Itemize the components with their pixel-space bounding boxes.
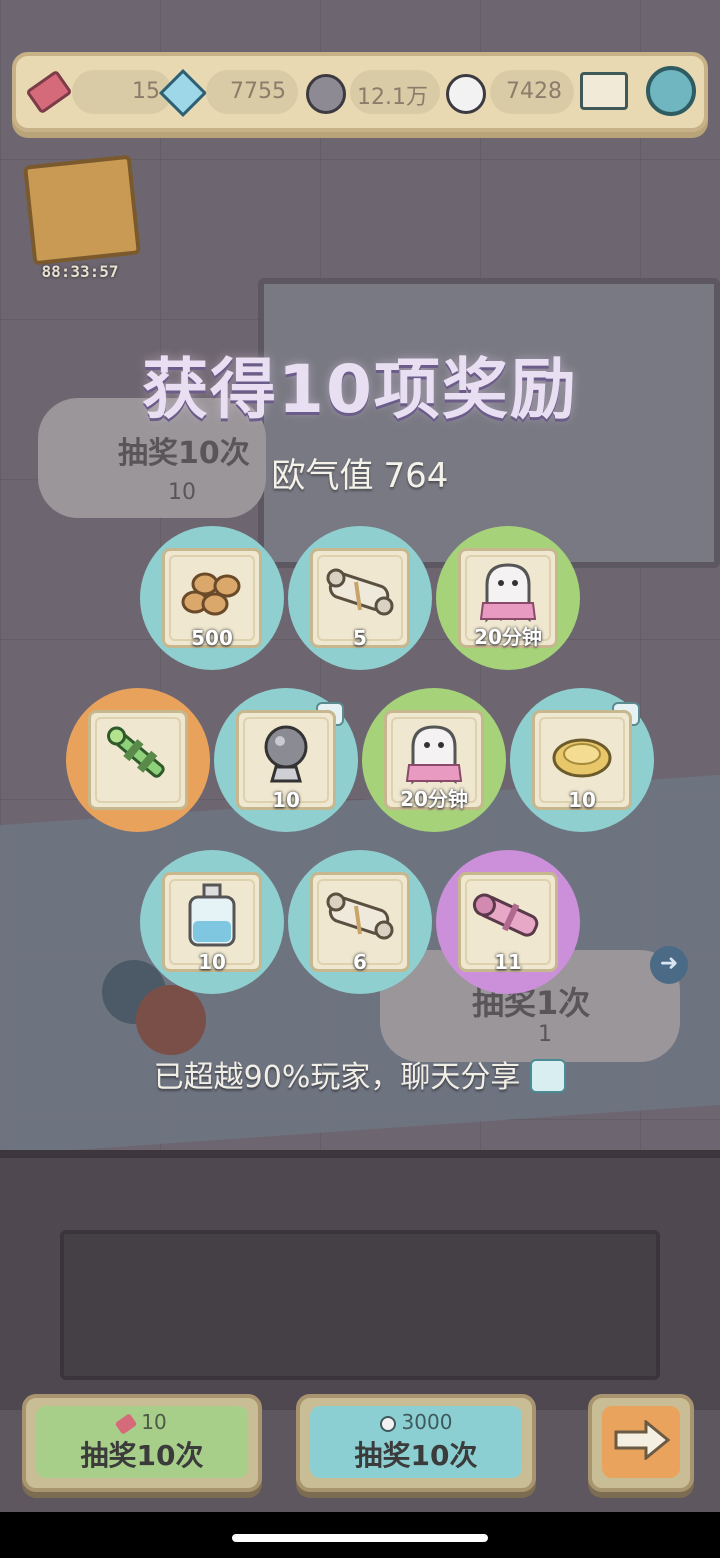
background-ball (136, 985, 206, 1055)
reward-title: 获得10项奖励 (142, 351, 578, 428)
white-bubble-icon (446, 74, 486, 114)
reward-amount: 20分钟 (474, 625, 542, 649)
ghost-icon (458, 552, 558, 632)
share-text: 已超越90%玩家，聊天分享 (153, 1060, 521, 1095)
scroll-icon (310, 552, 410, 632)
reward-item[interactable]: 20分钟 (436, 526, 580, 670)
ticket-icon (114, 1412, 138, 1435)
reward-amount: 11 (494, 950, 522, 974)
reward-amount: 10 (272, 788, 300, 812)
bubble-draw10-button[interactable]: 3000 抽奖10次 (296, 1394, 536, 1492)
currency-bar: 15 7755 12.1万 7428 (12, 52, 708, 132)
bubble-icon (379, 1415, 396, 1432)
reward-item[interactable]: 500 (140, 526, 284, 670)
share-line[interactable]: 已超越90%玩家，聊天分享 (0, 1052, 720, 1096)
reward-item[interactable]: 5 (288, 526, 432, 670)
arrow-right-icon: ➜ (650, 946, 688, 984)
reward-amount: 10 (568, 788, 596, 812)
luck-label: 欧气值 (271, 456, 374, 496)
bubble-draw10-cost-value: 3000 (401, 1410, 453, 1434)
home-indicator[interactable] (232, 1534, 488, 1542)
potion-bottle-icon (162, 876, 262, 956)
ticket-draw10-button[interactable]: 10 抽奖10次 (22, 1394, 262, 1492)
ticket-draw10-label: 抽奖10次 (80, 1439, 204, 1472)
white-bubble-count: 7428 (506, 79, 562, 104)
luck-value: 欧气值 764 (0, 448, 720, 497)
mail-icon[interactable] (580, 72, 628, 110)
crystal-count: 7755 (230, 79, 286, 104)
gray-bubble-count: 12.1万 (357, 85, 428, 110)
arrow-right-icon (614, 1420, 671, 1460)
ticket-draw10-cost-value: 10 (141, 1410, 167, 1434)
bubble-draw10-label: 抽奖10次 (354, 1439, 478, 1472)
luck-number: 764 (383, 456, 449, 496)
reward-item[interactable]: 20分钟 (362, 688, 506, 832)
bubble-draw10-cost: 3000 (300, 1410, 532, 1434)
ticket-counter: 15 (72, 70, 172, 114)
wood-logs-icon (162, 552, 262, 632)
event-card[interactable] (23, 154, 141, 266)
reward-item[interactable]: 10 (140, 850, 284, 994)
ticket-count: 15 (132, 79, 160, 104)
background-draw1-cost: 1 (538, 1022, 552, 1047)
next-button[interactable] (588, 1394, 694, 1492)
reward-amount: 6 (353, 950, 367, 974)
green-staff-icon (88, 714, 188, 794)
reward-amount: 5 (353, 626, 367, 650)
ticket-draw10-cost: 10 (26, 1410, 258, 1435)
ticket-icon (25, 69, 73, 115)
share-icon[interactable] (530, 1058, 567, 1093)
gray-bubble-counter: 12.1万 (350, 70, 440, 114)
reward-amount: 10 (198, 950, 226, 974)
white-bubble-counter: 7428 (490, 70, 574, 114)
reward-item[interactable]: 6 (288, 850, 432, 994)
scroll-icon (310, 876, 410, 956)
reward-amount: 500 (191, 626, 233, 650)
gear-icon[interactable] (646, 66, 696, 116)
golden-plate-icon (532, 714, 632, 794)
reward-item[interactable]: 11 (436, 850, 580, 994)
crystal-counter: 7755 (206, 70, 298, 114)
reward-item[interactable]: 10 (214, 688, 358, 832)
reward-item[interactable]: 10 (510, 688, 654, 832)
background-table-panel (60, 1230, 660, 1380)
reward-amount: 20分钟 (400, 787, 468, 811)
reward-item[interactable] (66, 688, 210, 832)
pink-cannon-icon (458, 876, 558, 956)
crystal-ball-icon (236, 714, 336, 794)
event-timer: 88:33:57 (41, 262, 119, 281)
ghost-icon (384, 714, 484, 794)
gray-bubble-icon (306, 74, 346, 114)
